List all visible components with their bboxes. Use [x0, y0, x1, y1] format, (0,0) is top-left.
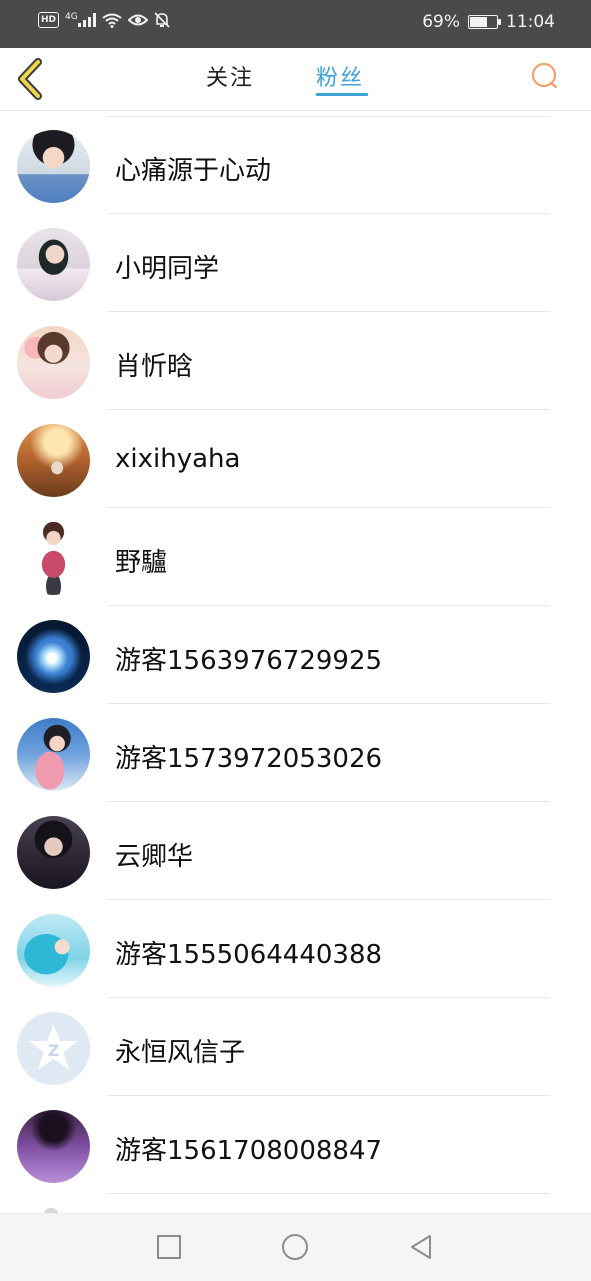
battery-percent: 69%: [422, 12, 460, 32]
list-item[interactable]: 肖忻晗: [0, 312, 591, 410]
fans-list: 心痛源于心动 小明同学 肖忻晗 xixihyaha 野驢 游客156397672…: [0, 116, 591, 1194]
divider: [107, 1193, 550, 1194]
status-right: 69% 11:04: [422, 12, 555, 32]
avatar: [17, 620, 90, 693]
header: 关注 粉丝: [0, 48, 591, 111]
fan-name: 游客1555064440388: [115, 940, 383, 970]
chevron-left-icon[interactable]: [14, 56, 48, 102]
fan-name: 永恒风信子: [115, 1038, 246, 1068]
avatar: [17, 130, 90, 203]
avatar: [17, 228, 90, 301]
fan-name: xixihyaha: [115, 444, 241, 474]
avatar: [17, 718, 90, 791]
recent-apps-icon[interactable]: [154, 1232, 184, 1262]
fan-name: 游客1561708008847: [115, 1136, 383, 1166]
list-item[interactable]: 小明同学: [0, 214, 591, 312]
avatar: [17, 522, 90, 595]
list-item[interactable]: 云卿华: [0, 802, 591, 900]
mute-icon: [154, 12, 170, 28]
list-item[interactable]: 游客1573972053026: [0, 704, 591, 802]
list-item[interactable]: Z 永恒风信子: [0, 998, 591, 1096]
network-label: 4G: [65, 12, 78, 22]
fan-name: 肖忻晗: [115, 352, 194, 382]
avatar: [17, 326, 90, 399]
svg-text:Z: Z: [48, 1041, 60, 1060]
wifi-icon: [102, 13, 122, 28]
avatar: [17, 1110, 90, 1183]
system-nav-bar: [0, 1213, 591, 1281]
avatar: Z: [17, 1012, 90, 1085]
list-item[interactable]: 游客1561708008847: [0, 1096, 591, 1194]
avatar: [17, 914, 90, 987]
tab-fans[interactable]: 粉丝: [316, 60, 364, 92]
home-icon[interactable]: [280, 1232, 310, 1262]
fan-name: 小明同学: [115, 254, 220, 284]
status-left: HD 4G: [38, 12, 170, 28]
list-item[interactable]: 游客1555064440388: [0, 900, 591, 998]
avatar: [17, 816, 90, 889]
list-item[interactable]: 游客1563976729925: [0, 606, 591, 704]
tab-following[interactable]: 关注: [206, 60, 254, 92]
status-bar: HD 4G 69% 11:04: [0, 0, 591, 48]
fan-name: 云卿华: [115, 842, 194, 872]
hd-badge: HD: [38, 12, 60, 28]
fan-name: 野驢: [115, 548, 168, 578]
fan-name: 游客1563976729925: [115, 646, 383, 676]
active-tab-indicator: [316, 93, 368, 96]
star-logo-icon: Z: [29, 1024, 78, 1070]
clock: 11:04: [506, 12, 555, 32]
back-icon[interactable]: [406, 1232, 436, 1262]
list-item[interactable]: 野驢: [0, 508, 591, 606]
search-icon[interactable]: [530, 61, 560, 91]
list-item[interactable]: 心痛源于心动: [0, 116, 591, 214]
battery-icon: [468, 15, 501, 29]
battery-fill: [470, 17, 487, 27]
fan-name: 心痛源于心动: [115, 156, 272, 186]
list-item[interactable]: xixihyaha: [0, 410, 591, 508]
signal-icon: [77, 13, 96, 27]
eye-icon: [127, 14, 148, 26]
fan-name: 游客1573972053026: [115, 744, 383, 774]
avatar: [17, 424, 90, 497]
